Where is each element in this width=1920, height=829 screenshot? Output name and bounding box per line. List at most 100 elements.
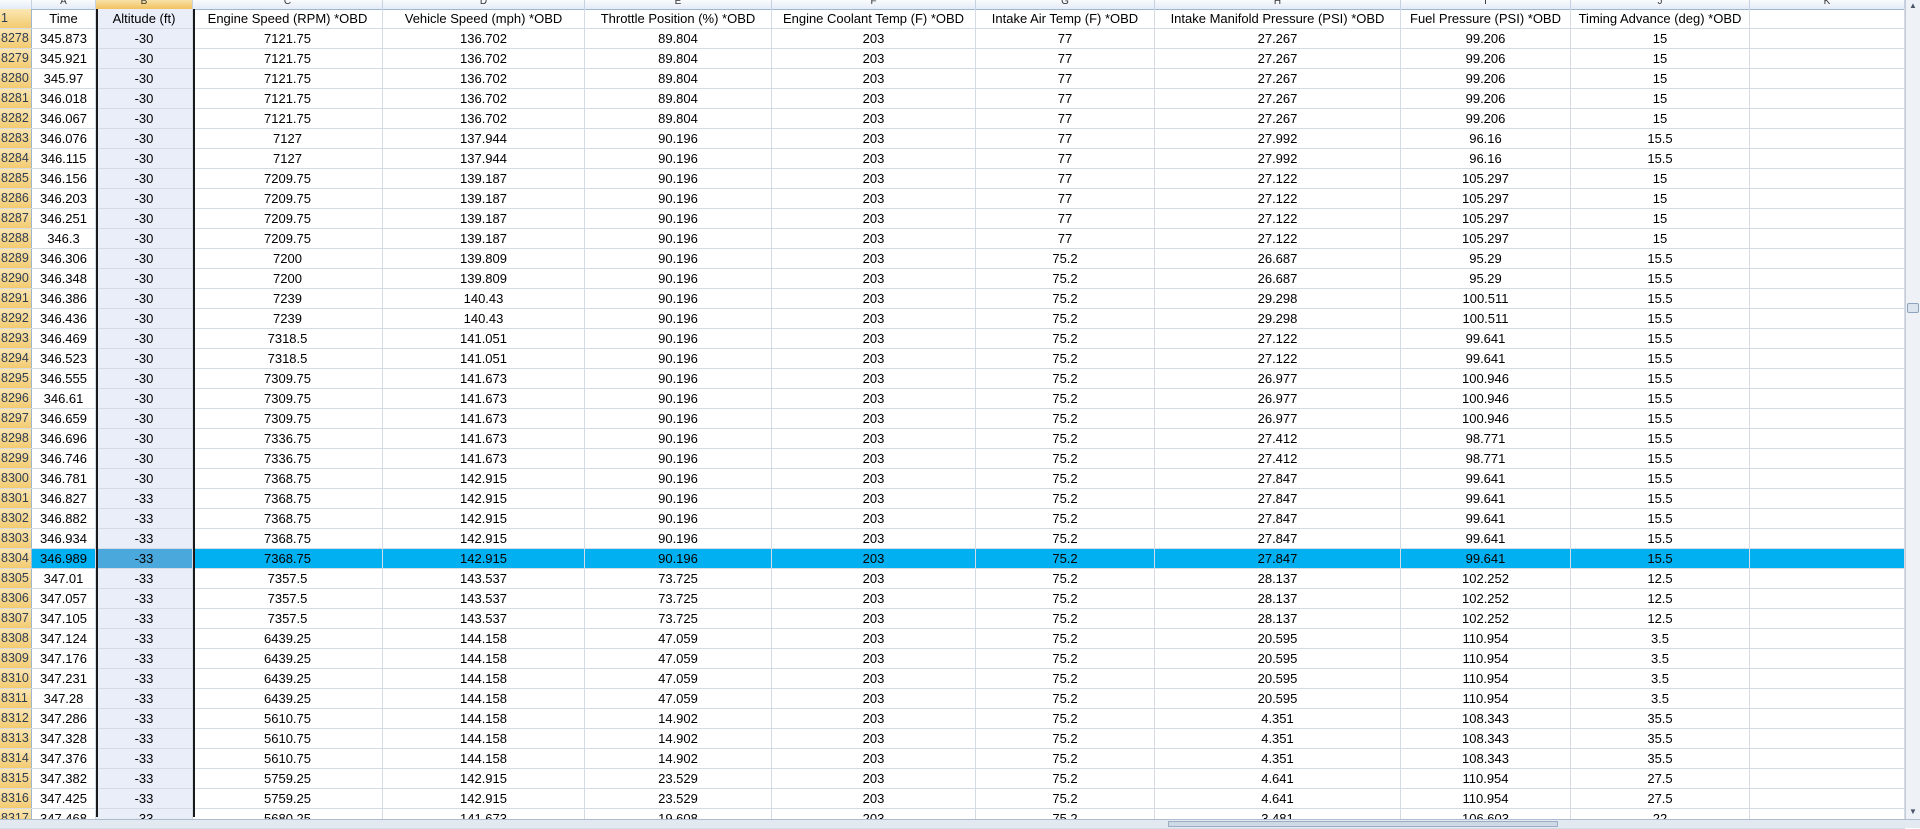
data-cell[interactable]: 75.2 — [976, 309, 1155, 328]
data-cell[interactable]: 203 — [772, 369, 976, 388]
data-cell[interactable]: 6439.25 — [193, 629, 383, 648]
data-cell[interactable]: 15.5 — [1571, 129, 1750, 148]
selected-table-row[interactable]: 8304 346.989 -33 7368.75 142.915 90.196 203 75.… — [0, 549, 1905, 569]
data-cell[interactable]: 27.412 — [1155, 449, 1401, 468]
data-cell[interactable]: 140.43 — [383, 289, 585, 308]
data-cell[interactable]: 29.298 — [1155, 309, 1401, 328]
data-cell[interactable]: 100.511 — [1401, 309, 1571, 328]
data-cell[interactable]: 7127 — [193, 129, 383, 148]
column-header-a[interactable]: A — [32, 0, 96, 9]
data-cell[interactable]: 347.01 — [32, 569, 96, 588]
data-cell[interactable]: 346.989 — [32, 549, 96, 568]
data-cell[interactable]: -33 — [96, 769, 193, 788]
data-cell[interactable]: 108.343 — [1401, 709, 1571, 728]
data-cell[interactable]: 139.809 — [383, 249, 585, 268]
data-cell[interactable]: 203 — [772, 349, 976, 368]
data-cell[interactable]: 99.641 — [1401, 529, 1571, 548]
row-number[interactable]: 8293 — [0, 329, 32, 348]
data-cell[interactable]: 75.2 — [976, 749, 1155, 768]
data-cell[interactable]: 73.725 — [585, 589, 772, 608]
data-cell[interactable]: 347.105 — [32, 609, 96, 628]
data-cell[interactable]: 6439.25 — [193, 669, 383, 688]
data-cell[interactable]: 75.2 — [976, 509, 1155, 528]
empty-cell[interactable] — [1750, 589, 1905, 608]
data-cell[interactable]: 203 — [772, 29, 976, 48]
data-cell[interactable]: 75.2 — [976, 389, 1155, 408]
data-cell[interactable]: 15.5 — [1571, 389, 1750, 408]
row-number[interactable]: 8294 — [0, 349, 32, 368]
data-cell[interactable]: -33 — [96, 789, 193, 808]
table-row[interactable]: 8311 347.28 -33 6439.25 144.158 47.059 203 75.2… — [0, 689, 1905, 709]
data-cell[interactable]: 4.351 — [1155, 729, 1401, 748]
row-number[interactable]: 8296 — [0, 389, 32, 408]
data-cell[interactable]: 20.595 — [1155, 689, 1401, 708]
data-cell[interactable]: 14.902 — [585, 709, 772, 728]
data-cell[interactable]: 27.122 — [1155, 349, 1401, 368]
data-cell[interactable]: -30 — [96, 209, 193, 228]
select-all-corner[interactable] — [0, 0, 32, 9]
data-cell[interactable]: 105.297 — [1401, 209, 1571, 228]
row-number[interactable]: 8280 — [0, 69, 32, 88]
column-header-i[interactable]: I — [1401, 0, 1571, 9]
data-cell[interactable]: 15 — [1571, 69, 1750, 88]
column-label-cell[interactable]: Engine Coolant Temp (F) *OBD — [772, 9, 976, 28]
data-cell[interactable]: 143.537 — [383, 609, 585, 628]
table-row[interactable]: 8299 346.746 -30 7336.75 141.673 90.196 203 75.… — [0, 449, 1905, 469]
data-cell[interactable]: -30 — [96, 189, 193, 208]
data-cell[interactable]: 90.196 — [585, 489, 772, 508]
data-cell[interactable]: 27.847 — [1155, 489, 1401, 508]
data-cell[interactable]: 141.673 — [383, 369, 585, 388]
data-cell[interactable]: 203 — [772, 609, 976, 628]
column-header-j[interactable]: J — [1571, 0, 1750, 9]
data-cell[interactable]: 90.196 — [585, 409, 772, 428]
row-number[interactable]: 8307 — [0, 609, 32, 628]
column-header-c[interactable]: C — [193, 0, 383, 9]
empty-cell[interactable] — [1750, 489, 1905, 508]
empty-cell[interactable] — [1750, 629, 1905, 648]
row-number[interactable]: 8278 — [0, 29, 32, 48]
row-number[interactable]: 8305 — [0, 569, 32, 588]
data-cell[interactable]: 90.196 — [585, 269, 772, 288]
data-cell[interactable]: 136.702 — [383, 29, 585, 48]
data-cell[interactable]: 346.348 — [32, 269, 96, 288]
table-row[interactable]: 8283 346.076 -30 7127 137.944 90.196 203 77 27.9… — [0, 129, 1905, 149]
data-cell[interactable]: 346.696 — [32, 429, 96, 448]
data-cell[interactable]: 7209.75 — [193, 209, 383, 228]
table-row[interactable]: 8288 346.3 -30 7209.75 139.187 90.196 203 77 27.… — [0, 229, 1905, 249]
data-cell[interactable]: 345.97 — [32, 69, 96, 88]
data-cell[interactable]: 347.057 — [32, 589, 96, 608]
data-cell[interactable]: 75.2 — [976, 289, 1155, 308]
data-cell[interactable]: 139.187 — [383, 209, 585, 228]
data-cell[interactable]: 142.915 — [383, 509, 585, 528]
data-cell[interactable]: 27.122 — [1155, 329, 1401, 348]
data-cell[interactable]: 100.946 — [1401, 409, 1571, 428]
data-cell[interactable]: 142.915 — [383, 549, 585, 568]
table-row[interactable]: 8278 345.873 -30 7121.75 136.702 89.804 203 77 2… — [0, 29, 1905, 49]
data-cell[interactable]: 7318.5 — [193, 349, 383, 368]
row-number[interactable]: 8310 — [0, 669, 32, 688]
data-cell[interactable]: -30 — [96, 449, 193, 468]
data-cell[interactable]: 7368.75 — [193, 469, 383, 488]
empty-cell[interactable] — [1750, 289, 1905, 308]
empty-cell[interactable] — [1750, 349, 1905, 368]
row-number[interactable]: 8311 — [0, 689, 32, 708]
data-cell[interactable]: 15.5 — [1571, 329, 1750, 348]
empty-cell[interactable] — [1750, 69, 1905, 88]
data-cell[interactable]: 77 — [976, 89, 1155, 108]
horizontal-scrollbar-thumb[interactable] — [1168, 821, 1558, 827]
empty-cell[interactable] — [1750, 789, 1905, 808]
data-cell[interactable]: -30 — [96, 149, 193, 168]
data-cell[interactable]: 26.687 — [1155, 249, 1401, 268]
data-cell[interactable]: 77 — [976, 69, 1155, 88]
data-cell[interactable]: 75.2 — [976, 769, 1155, 788]
data-cell[interactable]: 346.555 — [32, 369, 96, 388]
data-cell[interactable]: 99.206 — [1401, 109, 1571, 128]
data-cell[interactable]: 7309.75 — [193, 389, 383, 408]
column-label-cell[interactable]: Time — [32, 9, 96, 28]
data-cell[interactable]: 75.2 — [976, 349, 1155, 368]
data-cell[interactable]: -33 — [96, 669, 193, 688]
data-cell[interactable]: 346.523 — [32, 349, 96, 368]
data-cell[interactable]: 75.2 — [976, 789, 1155, 808]
data-cell[interactable]: 12.5 — [1571, 609, 1750, 628]
data-cell[interactable]: 7368.75 — [193, 489, 383, 508]
